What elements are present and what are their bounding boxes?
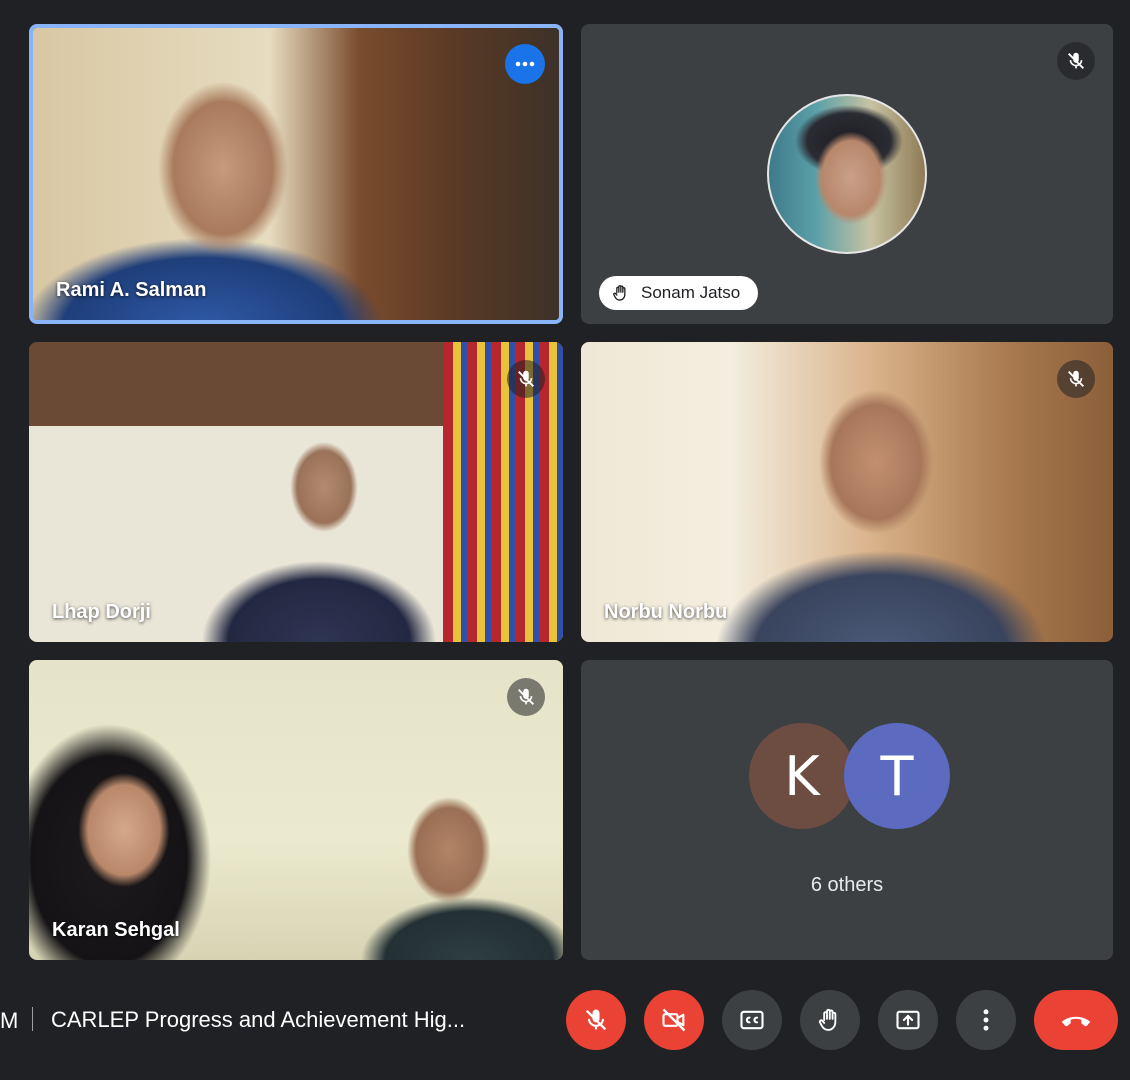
others-count-label: 6 others (810, 874, 884, 896)
participant-video (29, 342, 563, 642)
mic-off-icon (518, 688, 534, 705)
meeting-time: M (0, 1008, 19, 1033)
participant-name: Rami A. Salman (56, 279, 207, 301)
divider (32, 1007, 33, 1031)
participant-name: Lhap Dorji (52, 601, 151, 623)
mic-off-icon (1068, 52, 1084, 69)
more-vertical-icon (983, 1009, 989, 1031)
more-options-button[interactable] (505, 44, 545, 84)
leave-call-button[interactable] (1034, 990, 1118, 1050)
mic-off-icon (585, 1009, 607, 1031)
toggle-camera-button[interactable] (644, 990, 704, 1050)
meeting-title[interactable]: CARLEP Progress and Achievement Hig... (51, 1007, 465, 1033)
participant-tile-sonam[interactable]: Sonam Jatso (581, 24, 1113, 324)
camera-off-icon (662, 1008, 686, 1032)
mic-off-badge (507, 360, 545, 398)
toggle-mic-button[interactable] (566, 990, 626, 1050)
others-tile[interactable]: K T 6 others (581, 660, 1113, 960)
present-screen-icon (896, 1010, 920, 1030)
participant-name: Karan Sehgal (52, 919, 180, 941)
bottom-bar: M CARLEP Progress and Achievement Hig... (0, 978, 1130, 1062)
mic-off-badge (1057, 42, 1095, 80)
closed-captions-icon (740, 1010, 764, 1030)
more-options-button[interactable] (956, 990, 1016, 1050)
participant-name: Norbu Norbu (604, 601, 728, 623)
participant-tile-karan[interactable]: Karan Sehgal (29, 660, 563, 960)
participant-tile-lhap[interactable]: Lhap Dorji (29, 342, 563, 642)
raise-hand-icon (613, 285, 626, 301)
participant-name: Sonam Jatso (641, 283, 741, 302)
mic-off-icon (1068, 370, 1084, 387)
mic-off-icon (518, 370, 534, 387)
participant-video (581, 342, 1113, 642)
avatar-t: T (844, 723, 950, 829)
avatar-k: K (749, 723, 855, 829)
hand-raised-chip: Sonam Jatso (599, 276, 759, 310)
raise-hand-button[interactable] (800, 990, 860, 1050)
mic-off-badge (1057, 360, 1095, 398)
present-screen-button[interactable] (878, 990, 938, 1050)
phone-hangup-icon (1061, 1016, 1091, 1027)
participant-video (29, 660, 563, 960)
raise-hand-icon (818, 1008, 837, 1031)
mic-off-badge (507, 678, 545, 716)
participant-video (33, 28, 559, 320)
avatar (767, 94, 927, 254)
participant-tile-rami[interactable]: Rami A. Salman (29, 24, 563, 324)
captions-button[interactable] (722, 990, 782, 1050)
more-horizontal-icon (515, 61, 535, 67)
participant-tile-norbu[interactable]: Norbu Norbu (581, 342, 1113, 642)
